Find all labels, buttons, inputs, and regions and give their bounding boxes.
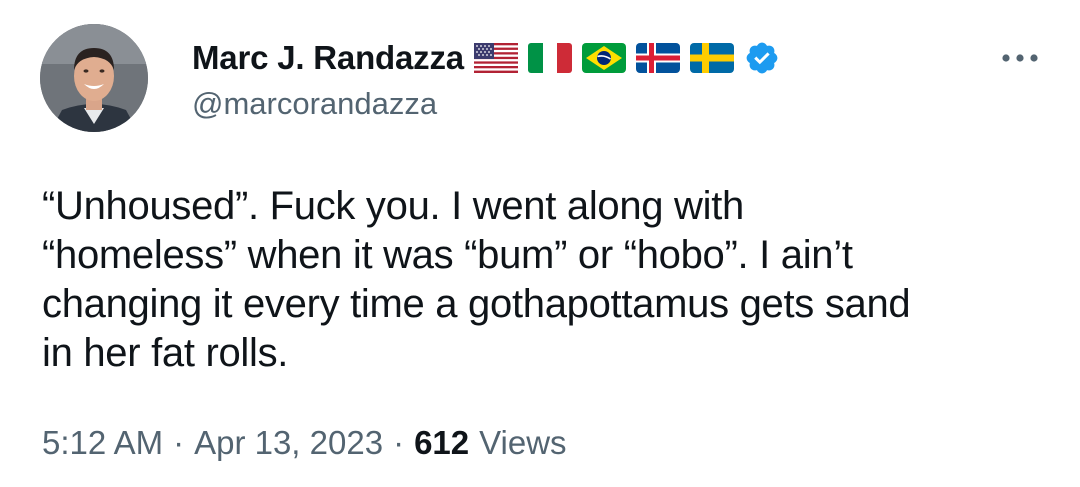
verified-badge-icon[interactable]	[744, 40, 780, 76]
author-display-name[interactable]: Marc J. Randazza	[192, 39, 464, 77]
flag-usa-icon	[473, 43, 518, 73]
flag-iceland-icon	[635, 43, 680, 73]
author-handle[interactable]: @marcorandazza	[192, 86, 437, 122]
flag-italy-icon	[527, 43, 572, 73]
author-name-row: Marc J. Randazza	[192, 36, 780, 80]
views-count: 612	[414, 424, 470, 461]
tweet-text: “Unhoused”. Fuck you. I went along with …	[42, 184, 911, 375]
more-horizontal-icon	[1002, 54, 1038, 62]
tweet-meta: 5:12 AM · Apr 13, 2023 · 612 Views	[42, 424, 567, 462]
meta-separator: ·	[393, 424, 405, 461]
flag-sweden-icon	[689, 43, 734, 73]
meta-separator: ·	[173, 424, 185, 461]
tweet-card: Marc J. Randazza @marcorandazza “Unhouse…	[0, 0, 1080, 487]
avatar-image	[40, 24, 148, 132]
views-label: Views	[479, 424, 567, 461]
flag-brazil-icon	[581, 43, 626, 73]
tweet-date[interactable]: Apr 13, 2023	[194, 424, 383, 462]
more-options-button[interactable]	[996, 40, 1044, 76]
tweet-time[interactable]: 5:12 AM	[42, 424, 163, 462]
avatar[interactable]	[40, 24, 148, 132]
